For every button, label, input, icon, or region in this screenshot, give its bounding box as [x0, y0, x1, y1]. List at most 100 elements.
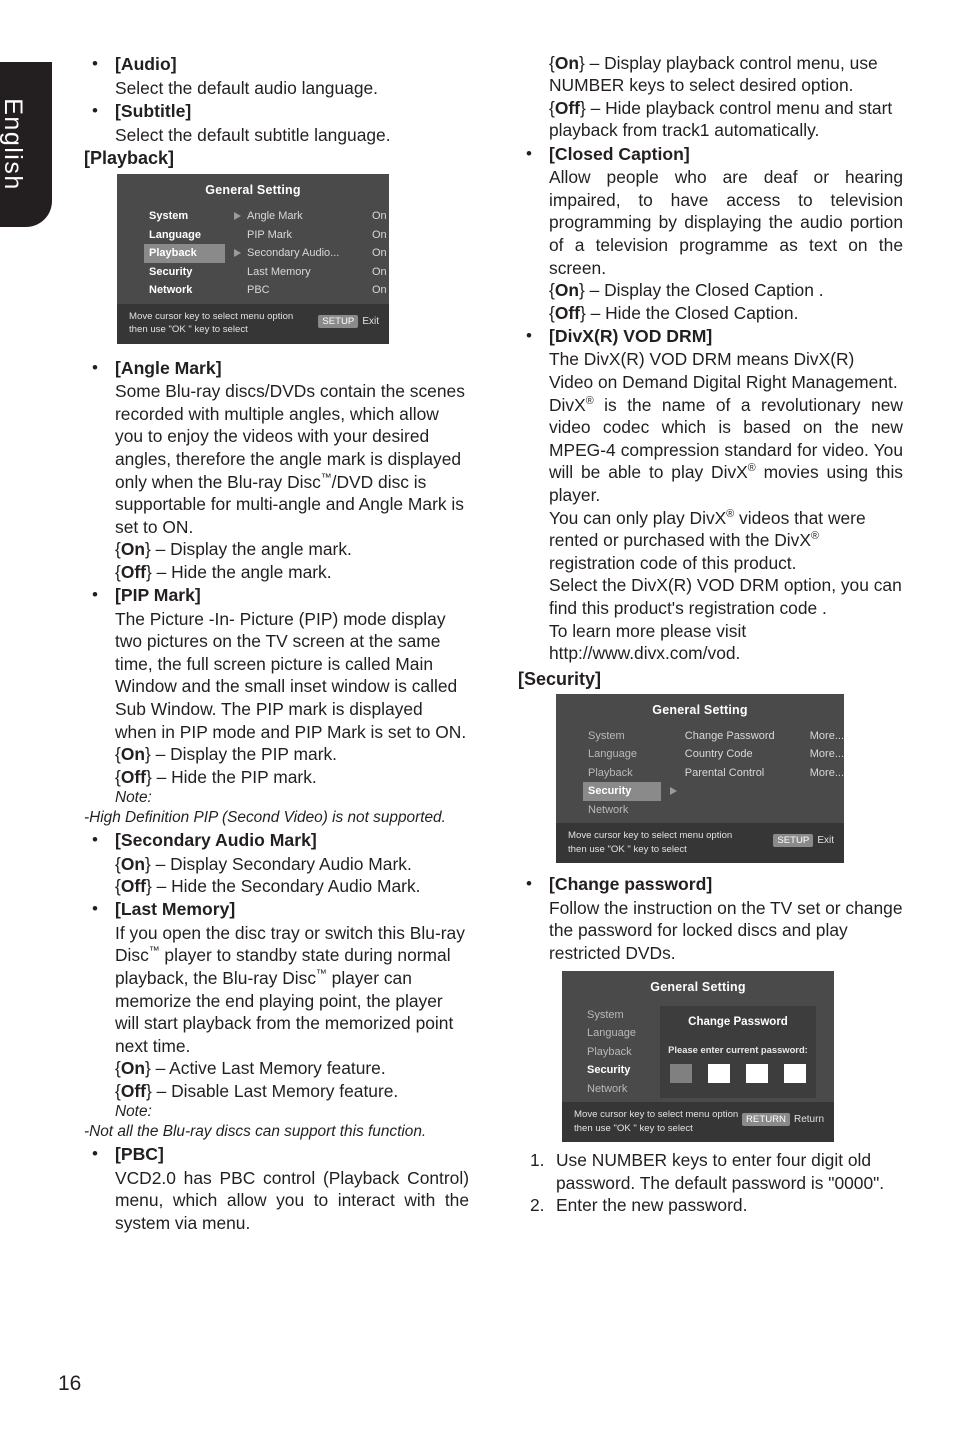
secondary-audio-on-desc: – Display Secondary Audio Mark.	[155, 853, 412, 874]
osd-menu-item-security-playback[interactable]: Playback	[583, 764, 661, 783]
osd-option-row[interactable]: Country Code More...	[685, 745, 844, 764]
setup-key-badge[interactable]: SETUP	[773, 834, 814, 848]
osd-option-value: More...	[809, 729, 844, 742]
osd-option-row[interactable]: Parental Control More...	[685, 764, 844, 783]
osd-menu-item-security-language[interactable]: Language	[583, 745, 661, 764]
osd-playback-settings: General Setting System Language Playback…	[117, 174, 389, 344]
option-on-label: On	[554, 53, 579, 73]
osd-menu-item-playback-security[interactable]: Security	[144, 263, 225, 282]
list-item-angle-mark: • [Angle Mark] Some Blu-ray discs/DVDs c…	[84, 357, 469, 583]
divx-paragraph-4: Select the DivX(R) VOD DRM option, you c…	[549, 575, 902, 618]
osd-option-value: On	[372, 247, 387, 260]
divx-vod-url[interactable]: http://www.divx.com/vod.	[549, 642, 903, 665]
registered-icon: ®	[726, 507, 735, 520]
divx-p2-part1: DivX	[549, 394, 586, 415]
osd-option-value: More...	[809, 766, 844, 779]
osd-menu-item-playback-playback[interactable]: Playback	[144, 244, 241, 263]
secondary-audio-off-desc: – Hide the Secondary Audio Mark.	[156, 875, 421, 896]
osd-menu-item-cp-language[interactable]: Language	[582, 1024, 660, 1043]
option-on-label: On	[120, 744, 145, 765]
osd-body: System Language Playback Security Networ…	[562, 998, 834, 1103]
list-item-pip-mark: • [PIP Mark] The Picture -In- Picture (P…	[84, 584, 469, 788]
return-key-action: Return	[793, 1114, 824, 1125]
osd-option-value: On	[372, 265, 387, 278]
pbc-on-desc: – Display playback control menu, use NUM…	[549, 53, 878, 96]
osd-menu-item-cp-security[interactable]: Security	[582, 1061, 660, 1080]
osd-menu-item-cp-network[interactable]: Network	[582, 1080, 660, 1099]
osd-option-row[interactable]: Last Memory On	[247, 263, 389, 282]
setup-key-badge[interactable]: SETUP	[318, 314, 359, 328]
brace-close: }	[145, 766, 152, 787]
registered-icon: ®	[585, 394, 594, 407]
angle-mark-on-desc: – Display the angle mark.	[155, 539, 352, 560]
option-on-label: On	[120, 539, 145, 560]
divx-paragraph-1: The DivX(R) VOD DRM means DivX(R) Video …	[549, 349, 898, 392]
closed-caption-off-desc: – Hide the Closed Caption.	[590, 302, 799, 323]
osd-footer: Move cursor key to select menu option th…	[562, 1102, 834, 1142]
bullet-icon: •	[526, 325, 532, 345]
osd-option-row[interactable]: Secondary Audio... On	[247, 244, 389, 263]
option-off-label: Off	[554, 97, 580, 118]
option-on-label: On	[120, 853, 145, 874]
closed-caption-body: Allow people who are deaf or hearing imp…	[549, 167, 903, 278]
pip-mark-note-label: Note:	[115, 789, 152, 807]
brace-close: }	[145, 875, 152, 896]
pbc-option-off: {Off} – Hide playback control menu and s…	[549, 97, 903, 142]
brace-close: }	[144, 539, 151, 560]
brace-close: }	[144, 744, 151, 765]
osd-key-hint: RETURN Return	[742, 1113, 824, 1127]
return-key-badge[interactable]: RETURN	[742, 1113, 790, 1126]
osd-title: General Setting	[652, 702, 748, 717]
brace-close: }	[578, 53, 585, 73]
option-off-label: Off	[554, 302, 580, 323]
last-memory-option-off: {Off} – Disable Last Memory feature.	[115, 1080, 469, 1102]
audio-heading: [Audio]	[115, 54, 177, 74]
list-item-change-password: • [Change password] Follow the instructi…	[518, 873, 903, 964]
osd-menu-item-playback-network[interactable]: Network	[144, 281, 225, 300]
osd-title: General Setting	[205, 183, 301, 198]
brace-close: }	[144, 1058, 151, 1079]
last-memory-body: If you open the disc tray or switch this…	[115, 922, 469, 1058]
secondary-audio-option-off: {Off} – Hide the Secondary Audio Mark.	[115, 875, 469, 897]
osd-menu-item-security-network[interactable]: Network	[583, 801, 661, 820]
osd-menu-item-playback-language[interactable]: Language	[144, 226, 225, 245]
osd-option-row[interactable]: Change Password More...	[685, 727, 844, 746]
divx-paragraph-3: You can only play DivX® videos that were…	[549, 507, 903, 575]
osd-option-row[interactable]: PIP Mark On	[247, 226, 389, 245]
last-memory-note-text: -Not all the Blu-ray discs can support t…	[84, 1123, 427, 1141]
password-digit-2[interactable]	[708, 1063, 730, 1083]
security-section-heading: [Security]	[518, 668, 602, 689]
osd-option-row[interactable]: Angle Mark On	[247, 207, 389, 226]
change-password-prompt: Please enter current password:	[668, 1043, 808, 1055]
pip-mark-note-text: -High Definition PIP (Second Video) is n…	[84, 809, 446, 827]
osd-menu-item-playback-system[interactable]: System	[144, 207, 241, 226]
trademark-icon: ™	[148, 945, 160, 958]
password-digit-group	[660, 1063, 816, 1083]
divx-paragraph-5: To learn more please visit	[549, 620, 747, 641]
divx-heading: [DivX(R) VOD DRM]	[549, 325, 713, 346]
osd-option-value: On	[372, 210, 387, 223]
brace-close: }	[145, 1080, 152, 1101]
list-item-divx-vod-drm: • [DivX(R) VOD DRM] The DivX(R) VOD DRM …	[518, 325, 903, 665]
angle-mark-option-on: {On} – Display the angle mark.	[115, 538, 469, 560]
osd-option-row[interactable]: PBC On	[247, 281, 389, 300]
osd-title: General Setting	[650, 979, 746, 994]
osd-menu-item-cp-playback[interactable]: Playback	[582, 1043, 660, 1062]
osd-menu-item-security-security[interactable]: Security	[583, 782, 677, 801]
pbc-heading: [PBC]	[115, 1144, 164, 1165]
pip-mark-off-desc: – Hide the PIP mark.	[156, 766, 317, 787]
osd-key-hint: SETUP Exit	[318, 314, 379, 329]
change-password-dialog-title: Change Password	[688, 1015, 788, 1028]
bullet-icon: •	[92, 585, 98, 605]
pip-mark-on-desc: – Display the PIP mark.	[155, 744, 338, 765]
osd-menu-list: System Language Playback Security Networ…	[117, 207, 241, 300]
option-on-label: On	[554, 280, 579, 301]
pbc-options-group: {On} – Display playback control menu, us…	[518, 52, 903, 142]
password-digit-1[interactable]	[670, 1063, 692, 1083]
password-digit-4[interactable]	[784, 1063, 806, 1083]
password-digit-3[interactable]	[746, 1063, 768, 1083]
subtitle-heading: [Subtitle]	[115, 101, 192, 122]
closed-caption-on-desc: – Display the Closed Caption .	[589, 280, 824, 301]
osd-menu-item-security-system[interactable]: System	[583, 727, 661, 746]
osd-menu-item-cp-system[interactable]: System	[582, 1006, 660, 1025]
